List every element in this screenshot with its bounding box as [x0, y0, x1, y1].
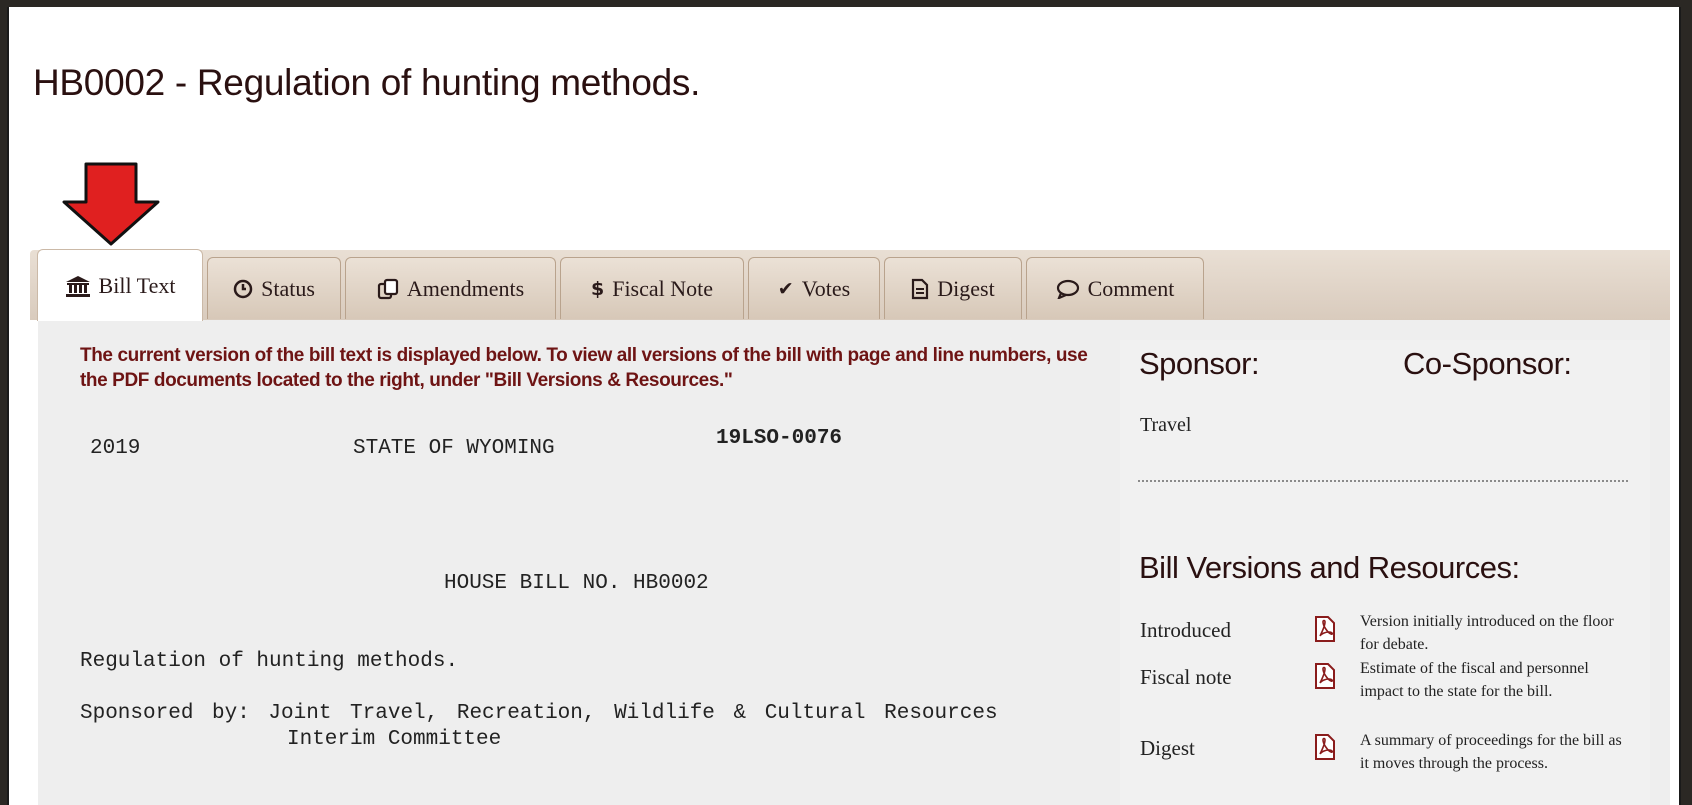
pdf-icon[interactable] [1314, 734, 1336, 760]
document-icon [912, 278, 929, 299]
resource-description: Estimate of the fiscal and personnel imp… [1360, 660, 1589, 700]
bill-subject: Regulation of hunting methods. [80, 650, 459, 673]
resource-label-fiscal-note: Fiscal note [1140, 665, 1232, 689]
resource-label-introduced: Introduced [1140, 618, 1231, 642]
tab-comment[interactable]: Comment [1026, 257, 1204, 319]
bill-state: STATE OF WYOMING [353, 437, 555, 460]
pdf-icon[interactable] [1314, 663, 1336, 689]
copy-icon [377, 278, 398, 299]
divider [1138, 480, 1628, 482]
tab-label: Digest [937, 275, 995, 301]
tab-status[interactable]: Status [207, 257, 341, 319]
clock-icon [233, 279, 253, 298]
check-icon: ✔ [777, 277, 794, 300]
bank-icon [65, 275, 90, 297]
resource-label-digest: Digest [1140, 736, 1195, 760]
tab-label: Status [261, 275, 315, 301]
tab-fiscal-note[interactable]: $ Fiscal Note [560, 257, 744, 319]
tab-amendments[interactable]: Amendments [345, 257, 556, 319]
sponsored-by-line-2: Interim Committee [287, 728, 502, 751]
resource-description: Version initially introduced on the floo… [1360, 613, 1614, 653]
tab-label: Amendments [406, 275, 525, 301]
tab-label: Fiscal Note [612, 275, 714, 301]
tab-label: Votes [801, 275, 851, 301]
dollar-icon: $ [590, 277, 605, 300]
tab-votes[interactable]: ✔ Votes [748, 257, 880, 319]
bill-text-notice: The current version of the bill text is … [80, 345, 1088, 391]
down-arrow-icon [62, 162, 160, 246]
pdf-icon[interactable] [1314, 616, 1336, 642]
house-bill-number: HOUSE BILL NO. HB0002 [444, 572, 709, 595]
resources-heading: Bill Versions and Resources: [1139, 550, 1520, 585]
speech-bubble-icon [1056, 279, 1079, 299]
bill-code: 19LSO-0076 [716, 427, 843, 450]
resource-description: A summary of proceedings for the bill as… [1360, 732, 1622, 772]
sponsor-heading: Sponsor: [1139, 346, 1260, 381]
sponsor-value: Travel [1140, 414, 1192, 436]
tab-label: Bill Text [98, 272, 176, 298]
tab-bill-text[interactable]: Bill Text [37, 249, 203, 321]
tab-digest[interactable]: Digest [884, 257, 1022, 319]
sponsored-by-line: Sponsored by: Joint Travel, Recreation, … [80, 702, 998, 725]
bill-year: 2019 [90, 437, 141, 460]
page-title: HB0002 - Regulation of hunting methods. [33, 62, 701, 103]
tab-label: Comment [1087, 275, 1175, 301]
cosponsor-heading: Co-Sponsor: [1403, 346, 1572, 381]
